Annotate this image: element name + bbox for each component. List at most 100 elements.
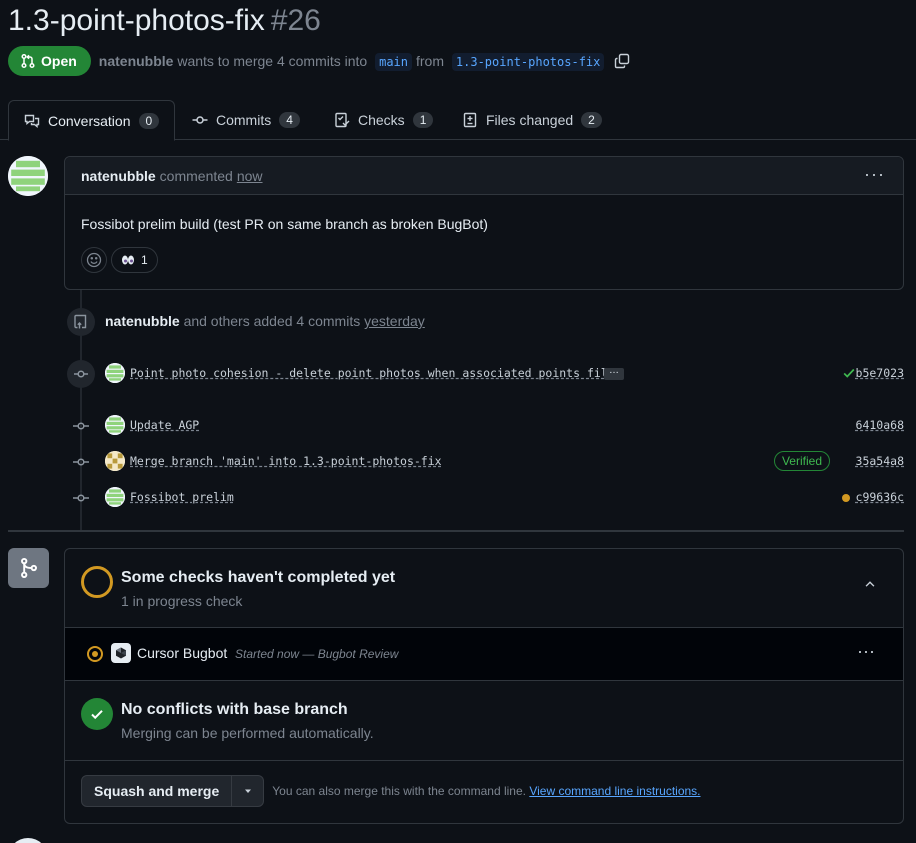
tab-label: Commits xyxy=(216,112,272,128)
comment-options-icon[interactable]: ··· xyxy=(864,165,885,183)
head-branch[interactable]: 1.3-point-photos-fix xyxy=(451,53,605,71)
base-branch[interactable]: main xyxy=(375,53,412,71)
comment-timestamp[interactable]: now xyxy=(237,168,263,184)
chevron-up-icon[interactable] xyxy=(863,577,877,594)
pr-author-link[interactable]: natenubble xyxy=(99,53,174,69)
open-state-badge: Open xyxy=(8,46,91,76)
commit-row: Update AGP 6410a68 xyxy=(0,414,916,438)
checks-summary[interactable]: Some checks haven't completed yet 1 in p… xyxy=(65,549,903,627)
commit-message-link[interactable]: Point photo cohesion - delete point phot… xyxy=(130,366,615,380)
push-timestamp[interactable]: yesterday xyxy=(364,313,425,329)
comment-card: natenubble commented now ··· Fossibot pr… xyxy=(64,156,904,290)
commit-row: Merge branch 'main' into 1.3-point-photo… xyxy=(0,450,916,474)
comment-body: Fossibot prelim build (test PR on same b… xyxy=(81,216,488,232)
command-line-instructions-link[interactable]: View command line instructions. xyxy=(529,784,700,798)
cursor-bugbot-app-icon xyxy=(111,643,131,663)
pr-tabs: Conversation 0 Commits 4 Checks 1 Files … xyxy=(0,100,916,141)
merge-note-text: You can also merge this with the command… xyxy=(272,784,526,798)
squash-and-merge-button[interactable]: Squash and merge xyxy=(81,775,233,807)
check-run-row[interactable]: Cursor Bugbot Started now — Bugbot Revie… xyxy=(65,627,903,681)
verified-badge[interactable]: Verified xyxy=(773,451,830,471)
tab-files-changed[interactable]: Files changed 2 xyxy=(462,100,602,140)
timeline-divider xyxy=(8,530,904,532)
open-state-label: Open xyxy=(41,53,77,69)
pending-status-icon[interactable] xyxy=(842,494,850,502)
conflict-subtitle: Merging can be performed automatically. xyxy=(121,725,374,741)
checks-title: Some checks haven't completed yet xyxy=(121,569,396,586)
commit-sha-link[interactable]: c99636c xyxy=(856,490,904,504)
add-reaction-button[interactable] xyxy=(81,247,107,273)
commit-message-link[interactable]: Merge branch 'main' into 1.3-point-photo… xyxy=(130,454,442,468)
git-pull-request-icon xyxy=(21,53,35,69)
from-text: from xyxy=(416,53,444,69)
reaction-count: 1 xyxy=(141,253,148,267)
expand-commit-message-button[interactable]: … xyxy=(604,366,624,380)
file-diff-icon xyxy=(463,112,477,128)
tab-label: Files changed xyxy=(486,112,574,128)
comment-author[interactable]: natenubble xyxy=(81,168,156,184)
merge-actions: Squash and merge You can also merge this… xyxy=(81,775,701,807)
check-options-icon[interactable]: ··· xyxy=(857,642,875,660)
tab-label: Checks xyxy=(358,112,405,128)
check-icon[interactable] xyxy=(842,366,856,383)
comment-action: commented xyxy=(159,167,233,184)
smiley-icon xyxy=(86,252,102,268)
commit-message-link[interactable]: Update AGP xyxy=(130,418,199,432)
repo-push-icon xyxy=(67,308,95,336)
push-author[interactable]: natenubble xyxy=(105,313,180,329)
git-commit-icon xyxy=(73,455,89,469)
conflict-status: No conflicts with base branch Merging ca… xyxy=(65,681,903,761)
commit-message-link[interactable]: Fossibot prelim xyxy=(130,490,234,504)
checklist-icon xyxy=(335,112,350,128)
tab-commits[interactable]: Commits 4 xyxy=(192,100,300,140)
commit-sha-link[interactable]: b5e7023 xyxy=(856,366,904,380)
comment-discussion-icon xyxy=(24,114,40,128)
eyes-reaction-button[interactable]: 1 xyxy=(111,247,158,273)
avatar[interactable] xyxy=(105,451,125,471)
pr-state-row: Open natenubble wants to merge 4 commits… xyxy=(8,46,630,76)
merge-box: Some checks haven't completed yet 1 in p… xyxy=(64,548,904,824)
commit-row: Point photo cohesion - delete point phot… xyxy=(0,360,916,388)
git-commit-icon xyxy=(73,419,89,433)
tab-counter: 0 xyxy=(138,112,160,129)
pr-number: #26 xyxy=(270,4,321,37)
copy-icon[interactable] xyxy=(614,53,630,69)
triangle-down-icon xyxy=(244,789,251,793)
merge-method-dropdown[interactable] xyxy=(232,775,265,807)
tab-counter: 1 xyxy=(412,112,434,128)
eyes-icon xyxy=(122,255,134,265)
tab-conversation[interactable]: Conversation 0 xyxy=(8,100,176,141)
pr-merge-summary: natenubble wants to merge 4 commits into… xyxy=(99,53,609,71)
avatar[interactable] xyxy=(105,487,125,507)
tab-label: Conversation xyxy=(48,112,131,129)
git-commit-icon xyxy=(192,116,208,124)
check-circle-icon xyxy=(81,698,113,730)
tab-checks[interactable]: Checks 1 xyxy=(334,100,434,140)
conflict-title: No conflicts with base branch xyxy=(121,701,348,718)
checks-subtitle: 1 in progress check xyxy=(121,593,243,609)
tab-counter: 4 xyxy=(279,112,300,128)
commit-sha-link[interactable]: 35a54a8 xyxy=(856,454,904,468)
avatar[interactable] xyxy=(105,415,125,435)
push-event-text: natenubble and others added 4 commits ye… xyxy=(105,313,425,329)
pending-ring-icon xyxy=(81,566,113,598)
git-merge-icon xyxy=(8,548,49,588)
reactions: 1 xyxy=(81,247,158,273)
tab-counter: 2 xyxy=(581,112,602,128)
pr-title: 1.3-point-photos-fix xyxy=(8,4,265,37)
git-commit-icon xyxy=(73,491,89,505)
merge-text: wants to merge 4 commits into xyxy=(177,53,368,69)
git-commit-icon xyxy=(67,360,95,388)
commit-sha-link[interactable]: 6410a68 xyxy=(856,418,904,432)
avatar[interactable] xyxy=(105,363,125,383)
commit-row: Fossibot prelim c99636c xyxy=(0,486,916,510)
check-name: Cursor Bugbot xyxy=(137,645,228,661)
pr-title-row: 1.3-point-photos-fix #26 xyxy=(8,2,321,40)
avatar[interactable] xyxy=(8,838,48,843)
in-progress-icon xyxy=(87,646,103,662)
push-summary: and others added 4 commits xyxy=(183,313,361,329)
avatar[interactable] xyxy=(8,156,48,196)
check-description: Started now — Bugbot Review xyxy=(235,647,399,661)
merge-note: You can also merge this with the command… xyxy=(272,784,700,798)
comment-header: natenubble commented now ··· xyxy=(65,157,903,195)
